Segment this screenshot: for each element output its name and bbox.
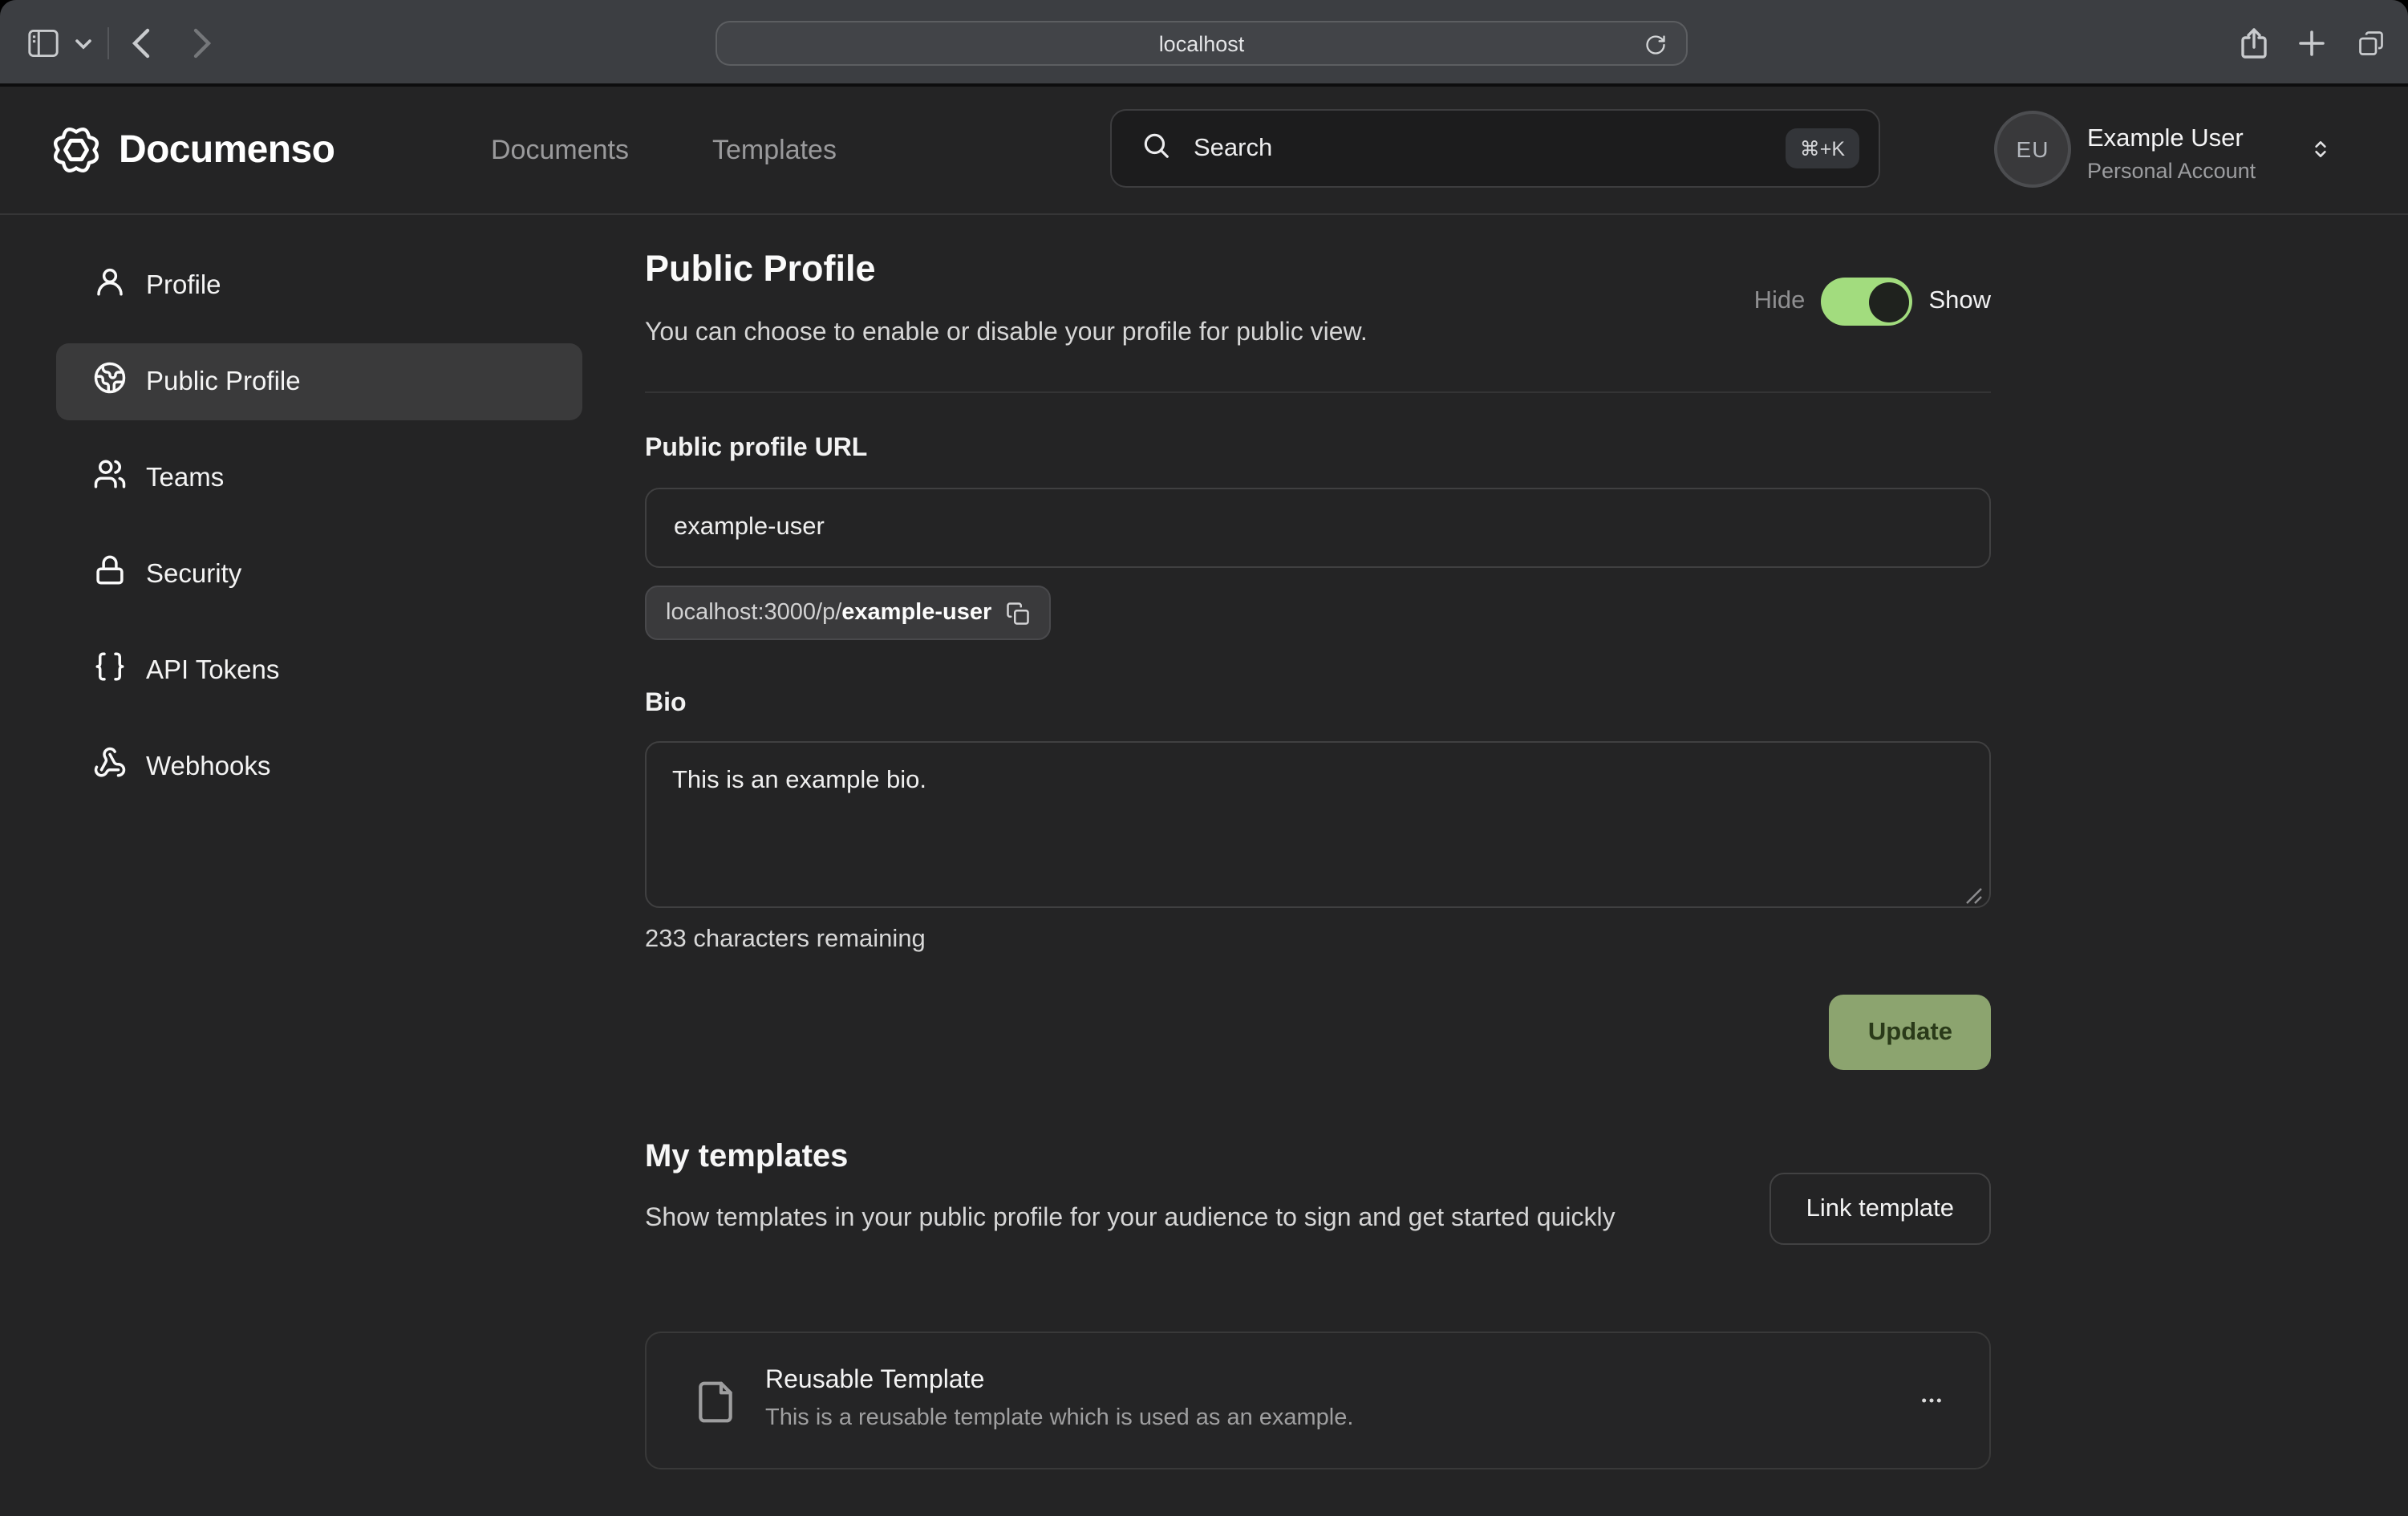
sidebar-item-security[interactable]: Security [56,536,582,613]
sidebar-item-label: Webhooks [146,752,270,782]
bio-characters-remaining: 233 characters remaining [645,926,926,955]
search-icon [1141,129,1171,168]
screen: localhost [0,0,2408,1516]
visibility-toggle[interactable] [1821,278,1912,326]
profile-url-input[interactable] [645,488,1991,568]
globe-icon [93,361,127,403]
sidebar-chevron-down-icon[interactable] [75,39,91,50]
sidebar-item-webhooks[interactable]: Webhooks [56,728,582,805]
documenso-logo-icon [50,124,103,184]
page-title: Public Profile [645,249,876,290]
my-templates-description: Show templates in your public profile fo… [645,1198,1752,1240]
address-bar-url: localhost [1159,31,1245,55]
template-title: Reusable Template [765,1367,984,1396]
users-icon [93,457,127,499]
user-name: Example User [2087,125,2244,154]
sidebar-item-api-tokens[interactable]: API Tokens [56,632,582,709]
reload-icon[interactable] [1644,34,1667,56]
sidebar-item-public-profile[interactable]: Public Profile [56,343,582,420]
address-bar[interactable]: localhost [716,21,1688,66]
user-icon [93,265,127,306]
browser-window: localhost [0,0,2408,1516]
nav-templates[interactable]: Templates [712,135,837,167]
template-card[interactable]: Reusable Template This is a reusable tem… [645,1332,1991,1469]
webhook-icon [93,746,127,788]
chevrons-up-down-icon[interactable] [2310,133,2331,173]
sidebar-item-label: Profile [146,270,221,301]
file-icon [693,1378,738,1434]
share-icon[interactable] [2240,27,2268,59]
url-preview-text: localhost:3000/p/example-user [666,600,991,626]
hide-label: Hide [1754,287,1806,316]
sidebar-item-label: Security [146,559,241,590]
avatar-initials: EU [2017,136,2049,162]
app-header: Documenso Documents Templates Search ⌘+K… [0,87,2408,215]
url-preview-prefix: localhost:3000/p/ [666,600,841,626]
copy-icon[interactable] [1006,601,1030,625]
browser-toolbar: localhost [0,0,2408,87]
nav-documents[interactable]: Documents [491,135,629,167]
update-button[interactable]: Update [1830,995,1991,1070]
bio-label: Bio [645,690,687,719]
back-button-icon[interactable] [132,27,151,59]
visibility-toggle-row: Hide Show [1754,278,1991,326]
search-input[interactable]: Search ⌘+K [1110,109,1880,188]
template-description: This is a reusable template which is use… [765,1405,1353,1431]
forward-button-icon[interactable] [193,27,212,59]
search-shortcut-badge: ⌘+K [1786,128,1859,168]
toggle-knob [1868,282,1908,322]
resize-handle-icon[interactable] [1965,884,1983,913]
avatar[interactable]: EU [1994,111,2071,188]
toolbar-divider [107,27,109,59]
sidebar-item-profile[interactable]: Profile [56,247,582,324]
sidebar-item-label: Teams [146,463,224,493]
braces-icon [93,650,127,691]
profile-url-preview[interactable]: localhost:3000/p/example-user [645,586,1051,640]
profile-url-label: Public profile URL [645,435,867,464]
user-account-type: Personal Account [2087,159,2256,183]
show-label: Show [1928,287,1991,316]
sidebar-item-teams[interactable]: Teams [56,440,582,517]
page-description: You can choose to enable or disable your… [645,319,1368,348]
link-template-button[interactable]: Link template [1770,1173,1991,1245]
sidebar-toggle-icon[interactable] [27,29,59,58]
brand-name[interactable]: Documenso [119,128,334,173]
new-tab-icon[interactable] [2299,30,2325,56]
ellipsis-menu-icon[interactable] [1915,1388,1948,1413]
search-placeholder: Search [1194,134,1786,163]
section-divider [645,391,1991,393]
bio-textarea[interactable]: This is an example bio. [645,741,1991,908]
lock-icon [93,553,127,595]
sidebar-item-label: Public Profile [146,367,301,397]
url-preview-username: example-user [841,600,991,626]
sidebar-item-label: API Tokens [146,655,279,686]
my-templates-title: My templates [645,1139,848,1176]
tab-overview-icon[interactable] [2357,29,2386,58]
